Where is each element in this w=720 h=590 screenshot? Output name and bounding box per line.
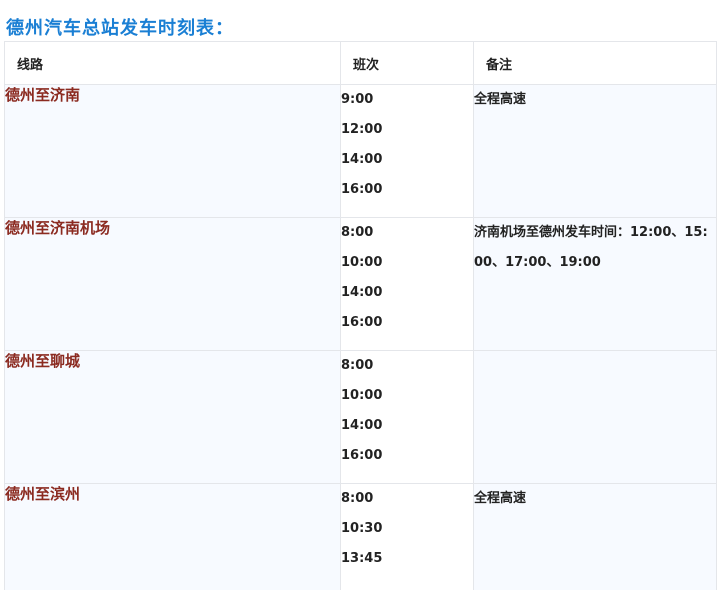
departure-time: 14:00 [341, 285, 383, 300]
note-cell: 济南机场至德州发车时间：12:00、15:00、17:00、19:00 [473, 217, 717, 351]
times-cell: 8:00 10:00 14:00 16:00 [340, 350, 474, 484]
departure-time: 13:45 [341, 551, 383, 566]
note-cell [473, 350, 717, 484]
header-note: 备注 [473, 41, 717, 85]
note-text: 全程高速 [474, 491, 527, 506]
departure-time: 14:00 [341, 152, 383, 167]
table-row: 德州至济南机场 8:00 10:00 14:00 16:00 济南机场至德州发车… [4, 217, 717, 351]
header-route: 线路 [4, 41, 341, 85]
route-cell: 德州至济南 [4, 84, 341, 218]
times-cell: 9:00 12:00 14:00 16:00 [340, 84, 474, 218]
note-cell: 全程高速 [473, 483, 717, 590]
departure-time: 16:00 [341, 182, 383, 197]
departure-time: 8:00 [341, 358, 374, 373]
page-title: 德州汽车总站发车时刻表： [6, 18, 234, 39]
departure-time: 9:00 [341, 92, 374, 107]
departure-time: 16:00 [341, 315, 383, 330]
route-name: 德州至济南 [5, 86, 81, 104]
times-cell: 8:00 10:30 13:45 [340, 483, 474, 590]
departure-time: 10:00 [341, 388, 383, 403]
route-cell: 德州至滨州 [4, 483, 341, 590]
departure-time: 12:00 [341, 122, 383, 137]
table-row: 德州至滨州 8:00 10:30 13:45 全程高速 [4, 483, 717, 590]
departure-time: 10:00 [341, 255, 383, 270]
departure-time: 8:00 [341, 491, 374, 506]
route-name: 德州至聊城 [5, 352, 81, 370]
note-text: 济南机场至德州发车时间：12:00、15:00、17:00、19:00 [474, 225, 708, 270]
departure-time: 10:30 [341, 521, 383, 536]
route-name: 德州至济南机场 [5, 219, 111, 237]
note-cell: 全程高速 [473, 84, 717, 218]
schedule-table: 线路 班次 备注 德州至济南 9:00 12:00 14:00 16:00 全程… [4, 41, 717, 590]
times-cell: 8:00 10:00 14:00 16:00 [340, 217, 474, 351]
table-header-row: 线路 班次 备注 [4, 41, 717, 85]
route-cell: 德州至济南机场 [4, 217, 341, 351]
table-row: 德州至聊城 8:00 10:00 14:00 16:00 [4, 350, 717, 484]
table-row: 德州至济南 9:00 12:00 14:00 16:00 全程高速 [4, 84, 717, 218]
departure-time: 8:00 [341, 225, 374, 240]
page: 德州汽车总站发车时刻表： 线路 班次 备注 德州至济南 9:00 12:00 1… [0, 0, 720, 590]
departure-time: 16:00 [341, 448, 383, 463]
note-text: 全程高速 [474, 92, 527, 107]
header-times: 班次 [340, 41, 474, 85]
route-cell: 德州至聊城 [4, 350, 341, 484]
departure-time: 14:00 [341, 418, 383, 433]
route-name: 德州至滨州 [5, 485, 81, 503]
